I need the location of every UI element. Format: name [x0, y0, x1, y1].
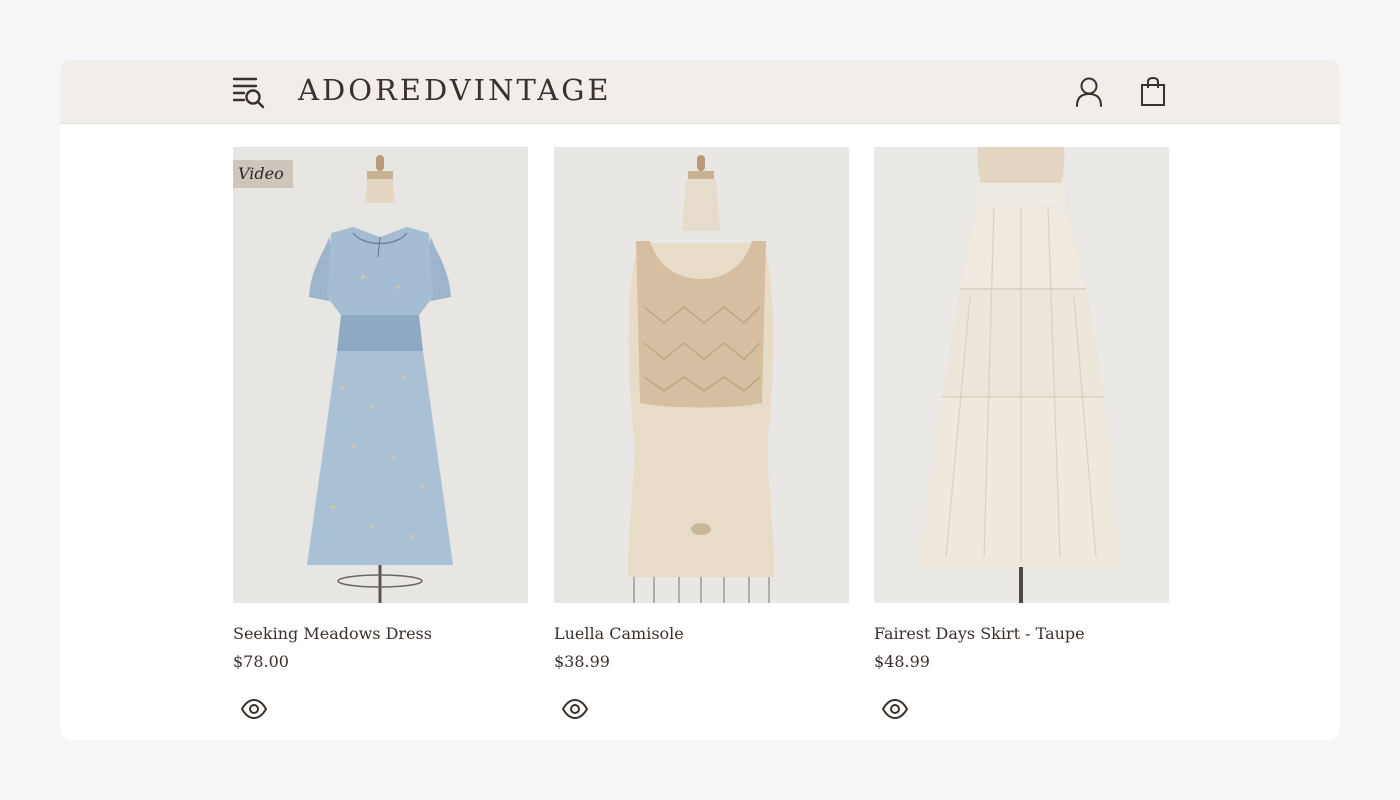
product-title[interactable]: Fairest Days Skirt - Taupe [874, 623, 1169, 645]
product-image[interactable]: Video [233, 147, 528, 603]
dress-photo [233, 147, 528, 603]
user-icon [1076, 77, 1102, 107]
eye-icon [881, 699, 909, 719]
skirt-photo [874, 147, 1169, 603]
product-image[interactable] [874, 147, 1169, 603]
product-card: Luella Camisole $38.99 [554, 147, 849, 721]
eye-icon [561, 699, 589, 719]
menu-search-button[interactable] [232, 74, 266, 110]
storefront-window: ADOREDVINTAGE Video Seeking Meadows Dres… [60, 60, 1340, 740]
product-title[interactable]: Luella Camisole [554, 623, 849, 645]
product-image[interactable] [554, 147, 849, 603]
product-title[interactable]: Seeking Meadows Dress [233, 623, 528, 645]
cart-button[interactable] [1136, 74, 1170, 110]
site-logo[interactable]: ADOREDVINTAGE [298, 72, 612, 108]
camisole-photo [554, 147, 849, 603]
quick-view-button[interactable] [880, 697, 910, 721]
product-price: $78.00 [233, 652, 289, 671]
video-badge: Video [233, 160, 293, 188]
site-header: ADOREDVINTAGE [60, 60, 1340, 124]
shopping-bag-icon [1141, 77, 1165, 106]
quick-view-button[interactable] [560, 697, 590, 721]
quick-view-button[interactable] [239, 697, 269, 721]
product-card: Fairest Days Skirt - Taupe $48.99 [874, 147, 1169, 721]
product-price: $38.99 [554, 652, 610, 671]
menu-search-icon [232, 77, 265, 109]
account-button[interactable] [1072, 74, 1106, 110]
eye-icon [240, 699, 268, 719]
product-card: Video Seeking Meadows Dress $78.00 [233, 147, 528, 721]
product-price: $48.99 [874, 652, 930, 671]
